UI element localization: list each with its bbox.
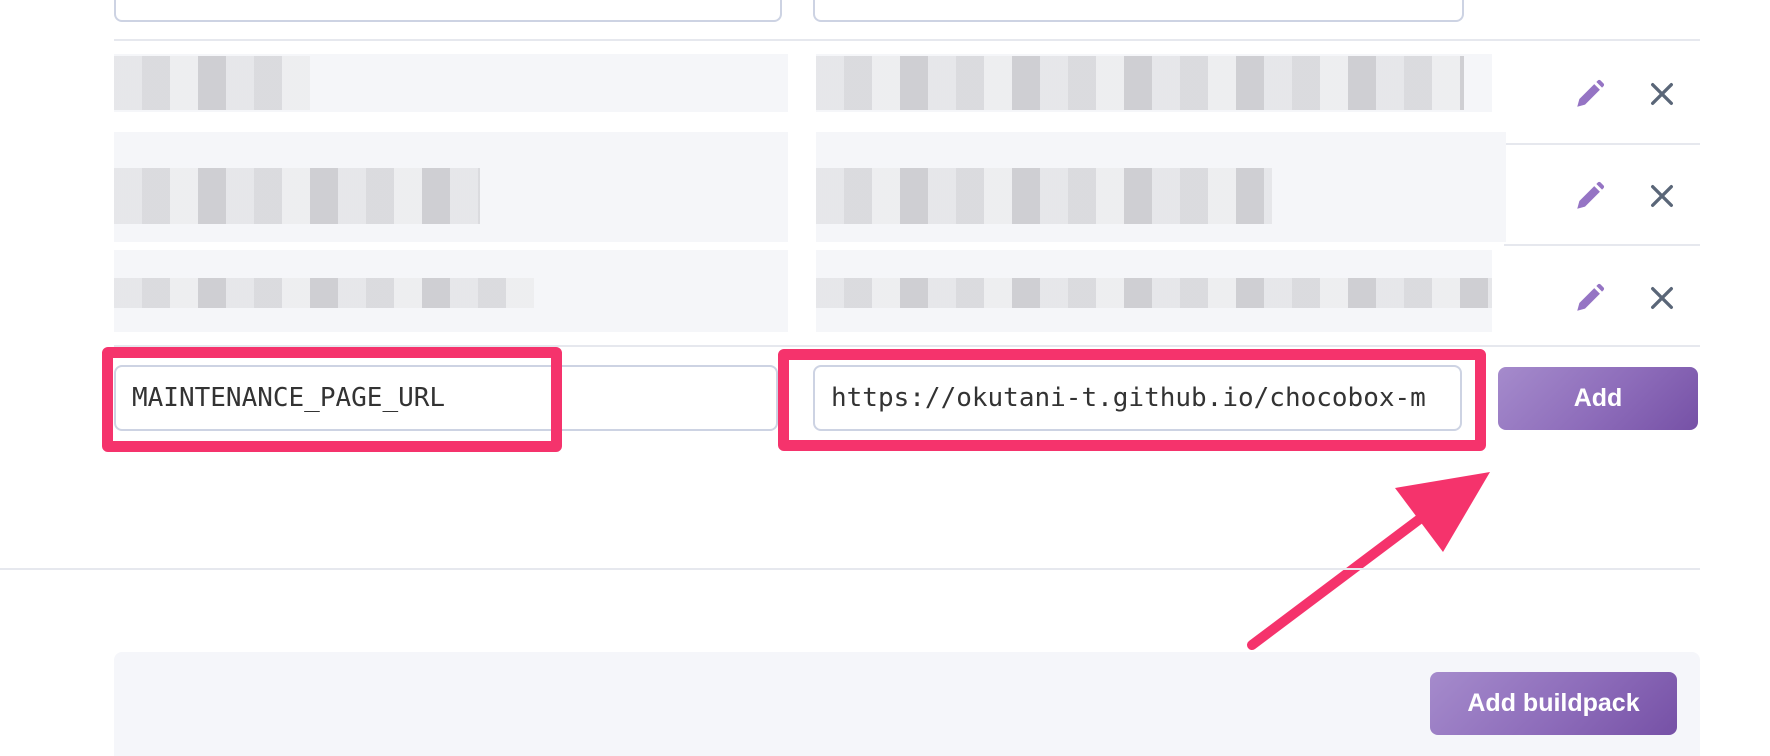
config-key-input-cropped[interactable]	[114, 0, 782, 22]
add-buildpack-button[interactable]: Add buildpack	[1430, 672, 1677, 735]
edit-button[interactable]	[1568, 174, 1612, 218]
edit-button[interactable]	[1568, 72, 1612, 116]
row-divider	[1504, 244, 1700, 246]
annotation-arrow	[1247, 472, 1490, 650]
pencil-icon	[1577, 283, 1605, 311]
redacted-key	[114, 278, 534, 308]
redacted-value	[816, 168, 1272, 224]
redacted-value	[816, 278, 1492, 308]
redacted-value	[816, 56, 1464, 110]
delete-button[interactable]	[1640, 72, 1684, 116]
close-icon	[1651, 83, 1673, 105]
edit-icon-cropped[interactable]	[1574, 0, 1604, 2]
section-divider	[0, 568, 1700, 570]
config-value-input-cropped[interactable]	[813, 0, 1464, 22]
row-divider	[114, 39, 1700, 41]
pencil-icon	[1577, 79, 1605, 107]
pencil-icon	[1577, 181, 1605, 209]
delete-button[interactable]	[1640, 276, 1684, 320]
config-key-input[interactable]	[114, 365, 778, 431]
close-icon	[1651, 287, 1673, 309]
delete-button[interactable]	[1640, 174, 1684, 218]
close-icon	[1651, 185, 1673, 207]
edit-button[interactable]	[1568, 276, 1612, 320]
redacted-key	[114, 168, 480, 224]
close-icon-cropped[interactable]	[1650, 0, 1680, 2]
row-divider	[1504, 143, 1700, 145]
row-divider	[114, 345, 1700, 347]
redacted-key	[114, 56, 310, 110]
config-value-input[interactable]	[813, 365, 1462, 431]
add-config-var-button[interactable]: Add	[1498, 367, 1698, 430]
